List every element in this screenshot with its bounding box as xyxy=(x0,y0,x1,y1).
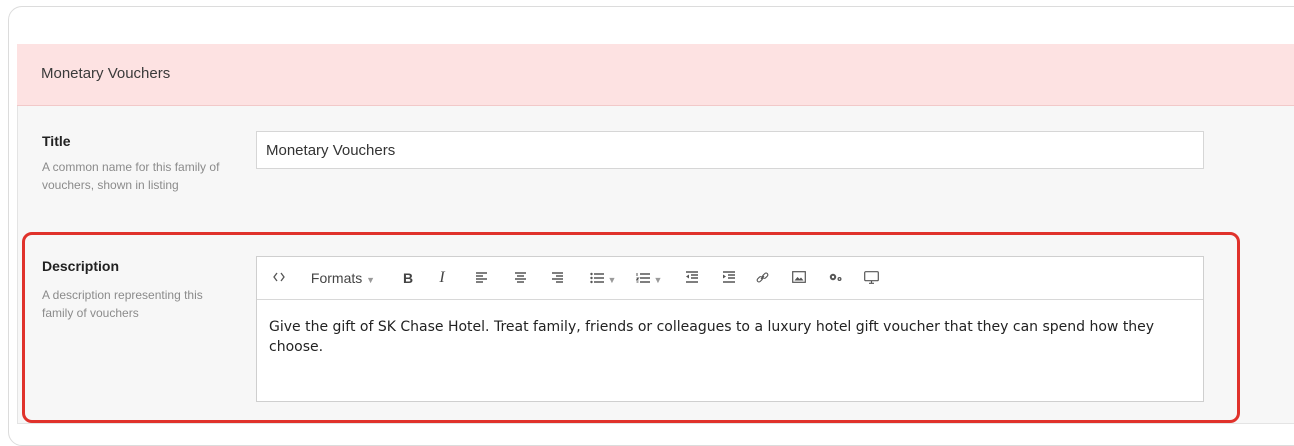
title-help-text: A common name for this family of voucher… xyxy=(42,160,220,192)
panel-header-title: Monetary Vouchers xyxy=(41,65,171,82)
title-input[interactable] xyxy=(256,131,1204,169)
highlight-box xyxy=(22,232,1240,423)
panel-header: Monetary Vouchers xyxy=(17,44,1294,106)
title-label: Title xyxy=(42,133,71,149)
